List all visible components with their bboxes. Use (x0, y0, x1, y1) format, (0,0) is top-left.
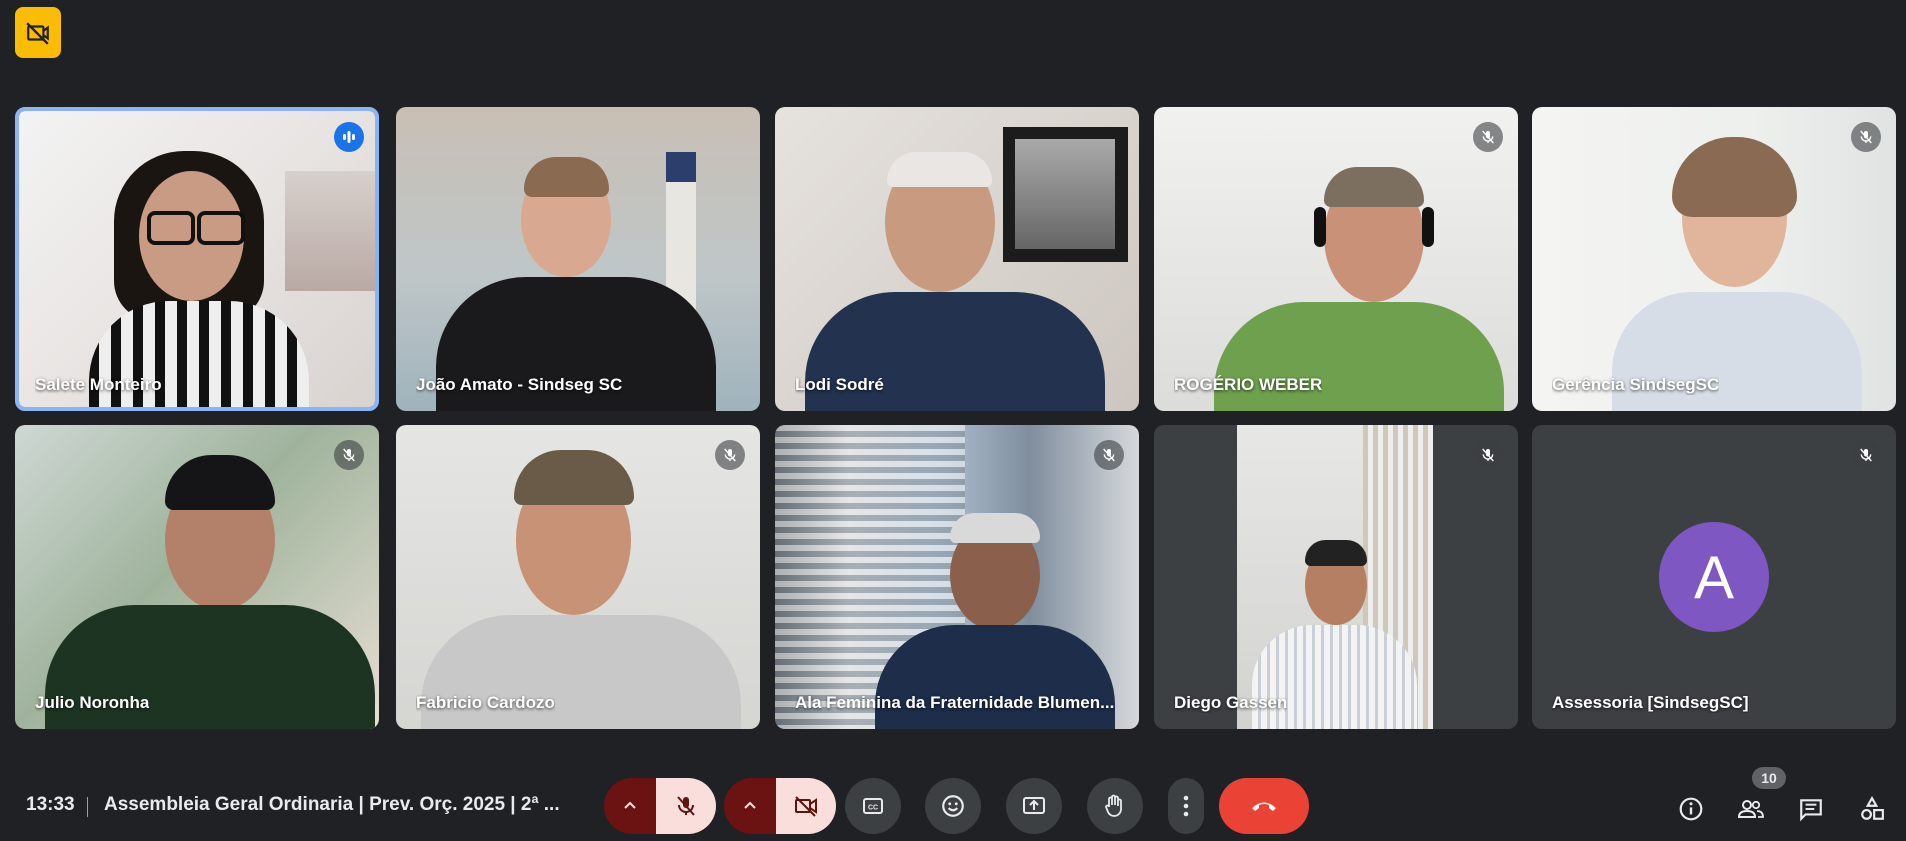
toolbar-divider (87, 797, 88, 817)
muted-indicator (334, 440, 364, 470)
hangup-icon (1252, 802, 1276, 811)
participant-name: Diego Gassen (1174, 693, 1288, 712)
chat-button[interactable] (1796, 794, 1826, 824)
leave-call-button[interactable] (1219, 778, 1309, 834)
participant-tile[interactable]: Julio Noronha (15, 425, 379, 729)
participant-tile[interactable]: ROGÉRIO WEBER (1154, 107, 1518, 411)
participant-video (396, 107, 760, 411)
mic-toggle-button[interactable] (656, 778, 716, 834)
chevron-up-icon (744, 801, 756, 809)
recording-off-icon (26, 21, 49, 45)
participant-name: João Amato - Sindseg SC (416, 375, 623, 394)
participant-tile[interactable]: A Assessoria [SindsegSC] (1532, 425, 1896, 729)
participant-tile[interactable]: Fabricio Cardozo (396, 425, 760, 729)
captions-button[interactable]: CC (845, 778, 901, 834)
participant-tile[interactable]: Lodi Sodré (775, 107, 1139, 411)
participant-video (775, 107, 1139, 411)
muted-indicator (1851, 122, 1881, 152)
muted-indicator (1851, 440, 1881, 470)
participant-video (396, 425, 760, 729)
activities-icon (1861, 796, 1884, 820)
present-button[interactable] (1006, 778, 1062, 834)
participant-name: Assessoria [SindsegSC] (1552, 693, 1749, 712)
mic-off-icon (1103, 448, 1115, 462)
mic-off-icon (724, 448, 736, 462)
participant-video (1237, 425, 1433, 729)
video-options-button[interactable] (724, 778, 776, 834)
raise-hand-button[interactable] (1087, 778, 1143, 834)
more-options-button[interactable] (1168, 778, 1204, 834)
participant-name: Salete Monteiro (35, 375, 162, 394)
emoji-icon (942, 795, 964, 817)
participant-name: Julio Noronha (35, 693, 150, 712)
participant-tile[interactable]: Gerência SindsegSC (1532, 107, 1896, 411)
meeting-clock: 13:33 (26, 794, 75, 815)
avatar: A (1659, 522, 1769, 632)
present-screen-icon (1023, 797, 1045, 814)
participant-video (1532, 107, 1896, 411)
participant-video (775, 425, 1139, 729)
muted-indicator (1094, 440, 1124, 470)
mic-off-icon (1482, 448, 1494, 462)
muted-indicator (1473, 440, 1503, 470)
participant-name: ROGÉRIO WEBER (1174, 375, 1323, 394)
participant-video (1154, 107, 1518, 411)
mic-off-icon (343, 448, 355, 462)
muted-indicator (715, 440, 745, 470)
participant-name: Lodi Sodré (795, 375, 884, 394)
people-button[interactable] (1736, 794, 1766, 824)
mic-off-icon (677, 796, 695, 816)
participant-tile[interactable]: João Amato - Sindseg SC (396, 107, 760, 411)
audio-level-icon (343, 131, 355, 143)
chat-icon (1800, 799, 1822, 822)
svg-text:CC: CC (868, 805, 878, 812)
mic-off-icon (1860, 130, 1872, 144)
participant-name: Ala Feminina da Fraternidade Blumen... (795, 693, 1115, 712)
participant-name: Fabricio Cardozo (416, 693, 555, 712)
captions-icon: CC (863, 798, 883, 814)
info-icon (1679, 797, 1703, 821)
recording-indicator-badge[interactable] (15, 7, 61, 58)
participant-tile[interactable]: Diego Gassen (1154, 425, 1518, 729)
activities-button[interactable] (1857, 794, 1887, 824)
raise-hand-icon (1105, 794, 1122, 817)
more-options-icon (1183, 795, 1189, 817)
avatar-letter: A (1693, 543, 1735, 611)
chevron-up-icon (624, 801, 636, 809)
camera-toggle-button[interactable] (776, 778, 836, 834)
meeting-details-button[interactable] (1676, 794, 1706, 824)
audio-options-button[interactable] (604, 778, 656, 834)
meeting-title[interactable]: Assembleia Geral Ordinaria | Prev. Orç. … (104, 794, 560, 816)
participant-tile[interactable]: Ala Feminina da Fraternidade Blumen... (775, 425, 1139, 729)
participant-tile[interactable]: Salete Monteiro (15, 107, 379, 411)
muted-indicator (1473, 122, 1503, 152)
people-icon (1737, 800, 1764, 818)
mic-off-icon (1482, 130, 1494, 144)
camera-off-icon (795, 796, 817, 817)
participant-name: Gerência SindsegSC (1552, 375, 1720, 394)
speaking-indicator (334, 122, 364, 152)
reactions-button[interactable] (925, 778, 981, 834)
participant-count-badge: 10 (1752, 767, 1786, 789)
participant-video (15, 425, 379, 729)
mic-off-icon (1860, 448, 1872, 462)
participant-video (19, 111, 375, 407)
